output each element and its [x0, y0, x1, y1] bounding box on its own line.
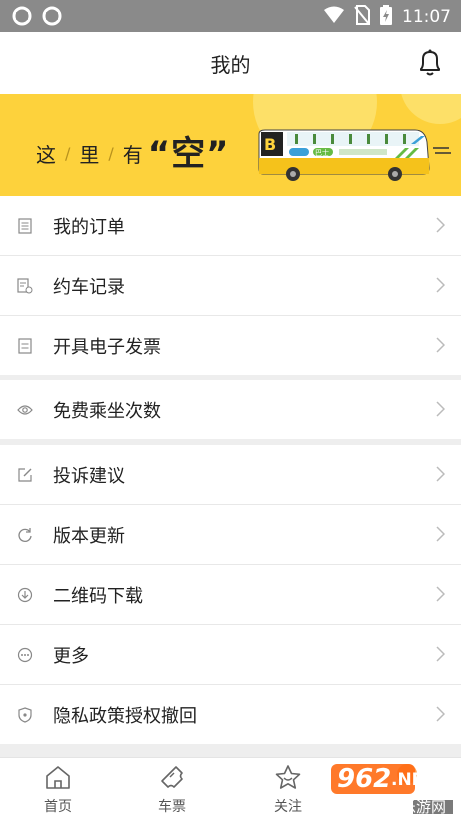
ticket-icon [157, 766, 187, 794]
menu-group-1: 我的订单 约车记录 开具电子发票 [0, 196, 461, 375]
record-icon [17, 277, 33, 294]
menu-item-label: 二维码下载 [53, 585, 143, 607]
slogan-highlight: “空” [147, 134, 230, 174]
battery-icon [380, 5, 392, 29]
banner-slogan: 这 / 里 / 有 “空” [36, 132, 229, 175]
shield-icon [17, 706, 33, 723]
menu-item-label: 约车记录 [53, 276, 125, 298]
menu-item-more[interactable]: 更多 [0, 625, 461, 685]
site-watermark: 962 .NET 乐游网 [329, 760, 455, 816]
menu-item-label: 投诉建议 [53, 465, 125, 487]
chevron-right-icon [436, 586, 446, 606]
watermark-suffix: .NET [391, 770, 435, 790]
chevron-right-icon [436, 217, 446, 237]
bus-text: 巴士 [315, 148, 329, 157]
bell-icon[interactable] [417, 49, 443, 81]
menu-item-e-invoice[interactable]: 开具电子发票 [0, 316, 461, 375]
watermark-site-text: 乐游网 [401, 798, 447, 816]
tab-tickets[interactable]: 车票 [132, 764, 212, 816]
tab-follow[interactable]: 关注 [248, 764, 328, 816]
menu-item-privacy-revoke[interactable]: 隐私政策授权撤回 [0, 685, 461, 744]
chevron-right-icon [436, 277, 446, 297]
header: 我的 [0, 32, 461, 94]
menu-item-version-update[interactable]: 版本更新 [0, 505, 461, 565]
status-bar: 11:07 [0, 0, 461, 32]
chevron-right-icon [436, 526, 446, 546]
menu-item-label: 开具电子发票 [53, 336, 161, 358]
order-icon [17, 217, 33, 234]
chevron-right-icon [436, 401, 446, 421]
svg-text:B: B [264, 135, 276, 154]
sync-icon [12, 6, 32, 30]
tab-label: 车票 [158, 799, 186, 815]
no-sim-icon [354, 5, 370, 29]
page-title: 我的 [210, 52, 251, 77]
menu-item-booking-records[interactable]: 约车记录 [0, 256, 461, 316]
home-icon [43, 766, 73, 794]
chevron-right-icon [436, 466, 446, 486]
clock: 11:07 [402, 7, 451, 27]
edit-icon [17, 467, 33, 483]
menu-item-free-rides[interactable]: 免费乘坐次数 [0, 380, 461, 439]
slogan-char: 这 [36, 143, 57, 167]
menu-item-my-orders[interactable]: 我的订单 [0, 196, 461, 256]
menu-group-2: 免费乘坐次数 [0, 380, 461, 439]
menu-item-label: 免费乘坐次数 [53, 400, 161, 422]
watermark-number: 962 [337, 764, 392, 794]
slogan-char: 有 [122, 143, 144, 167]
menu-item-feedback[interactable]: 投诉建议 [0, 445, 461, 505]
wifi-icon [324, 6, 344, 28]
eye-icon [17, 402, 33, 418]
sync-icon [42, 6, 62, 30]
menu-item-qr-download[interactable]: 二维码下载 [0, 565, 461, 625]
menu-item-label: 隐私政策授权撤回 [53, 705, 197, 727]
star-icon [273, 765, 303, 794]
bus-illustration: B 巴士 [258, 129, 451, 181]
tab-label: 首页 [44, 799, 72, 815]
more-icon [17, 647, 33, 663]
tab-label: 关注 [274, 799, 302, 815]
slogan-char: 里 [79, 143, 101, 167]
menu-group-3: 投诉建议 版本更新 二维码下载 更多 隐私政策授权撤回 [0, 445, 461, 744]
refresh-icon [17, 527, 33, 543]
chevron-right-icon [436, 337, 446, 357]
invoice-icon [17, 337, 33, 354]
tab-home[interactable]: 首页 [18, 764, 98, 816]
menu-item-label: 我的订单 [53, 216, 125, 238]
download-icon [17, 587, 33, 603]
promo-banner[interactable]: 这 / 里 / 有 “空” B 巴士 [0, 94, 461, 196]
chevron-right-icon [436, 706, 446, 726]
menu-item-label: 版本更新 [53, 525, 125, 547]
chevron-right-icon [436, 646, 446, 666]
menu-item-label: 更多 [53, 645, 89, 667]
